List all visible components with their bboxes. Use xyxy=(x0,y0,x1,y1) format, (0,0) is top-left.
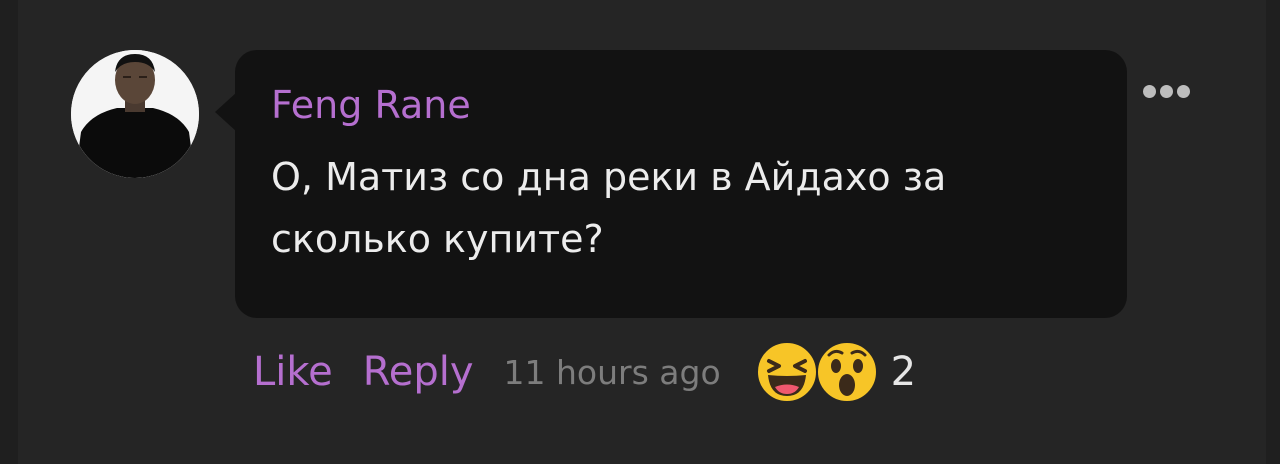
reactions-summary[interactable]: 2 xyxy=(755,340,916,404)
comment-actions: Like Reply 11 hours ago 2 xyxy=(253,341,916,403)
reaction-count: 2 xyxy=(890,349,917,395)
more-options-icon[interactable] xyxy=(1143,80,1193,102)
more-dot xyxy=(1160,84,1173,98)
like-button[interactable]: Like xyxy=(253,349,333,395)
reply-button[interactable]: Reply xyxy=(363,349,474,395)
comment-timestamp[interactable]: 11 hours ago xyxy=(504,353,721,392)
comment-author[interactable]: Feng Rane xyxy=(271,80,471,130)
more-dot xyxy=(1143,84,1156,98)
comment-text: О, Матиз со дна реки в Айдахо за сколько… xyxy=(271,155,947,261)
avatar[interactable] xyxy=(71,50,199,178)
laughing-face-icon xyxy=(755,341,818,403)
surprised-face-icon xyxy=(815,341,878,403)
more-dot xyxy=(1177,84,1190,98)
bubble-tail xyxy=(215,92,237,132)
user-avatar-photo xyxy=(71,50,199,178)
